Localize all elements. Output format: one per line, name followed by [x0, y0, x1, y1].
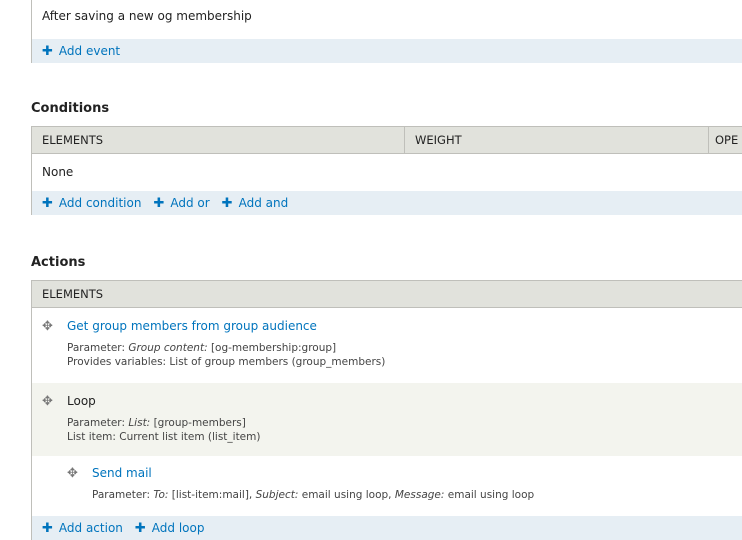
param-key: Message: — [394, 489, 445, 501]
actions-table: ELEMENTS ✥ Get group members from group … — [31, 280, 742, 540]
add-and-label: Add and — [238, 196, 289, 210]
plus-icon: ✚ — [42, 195, 53, 211]
add-condition-label: Add condition — [58, 196, 142, 210]
col-weight: WEIGHT — [404, 127, 462, 153]
add-or-link[interactable]: ✚ Add or — [153, 196, 209, 211]
events-footer: ✚ Add event — [32, 39, 742, 63]
plus-icon: ✚ — [221, 195, 233, 211]
plus-icon: ✚ — [134, 520, 146, 536]
action-meta: Parameter: Group content: [og-membership… — [67, 341, 742, 355]
add-event-label: Add event — [58, 44, 121, 58]
conditions-heading: Conditions — [31, 101, 110, 116]
send-mail-link[interactable]: Send mail — [92, 466, 742, 480]
plus-icon: ✚ — [42, 43, 53, 59]
drag-handle-icon[interactable]: ✥ — [67, 466, 78, 481]
actions-header: ELEMENTS — [32, 281, 742, 308]
drag-handle-icon[interactable]: ✥ — [42, 319, 53, 334]
add-event-link[interactable]: ✚ Add event — [42, 44, 120, 59]
param-key: Group content: — [128, 342, 208, 354]
actions-heading: Actions — [31, 255, 86, 270]
add-action-label: Add action — [58, 521, 123, 535]
param-value: email using loop — [444, 489, 535, 501]
conditions-footer: ✚ Add condition ✚ Add or ✚ Add and — [32, 191, 742, 215]
drag-handle-icon[interactable]: ✥ — [42, 394, 53, 409]
event-item: After saving a new og membership — [42, 9, 252, 23]
add-and-link[interactable]: ✚ Add and — [222, 196, 289, 211]
action-provides: Provides variables: List of group member… — [67, 356, 386, 368]
param-label: Parameter: — [67, 342, 129, 354]
plus-icon: ✚ — [153, 195, 165, 211]
conditions-header: ELEMENTS WEIGHT OPE — [32, 127, 742, 154]
loop-row[interactable]: ✥ Loop Parameter: List: [group-members] … — [32, 383, 742, 456]
events-box: After saving a new og membership ✚ Add ev… — [31, 0, 742, 63]
plus-icon: ✚ — [42, 520, 53, 536]
param-key: To: — [153, 489, 169, 501]
col-elements: ELEMENTS — [42, 287, 104, 301]
col-elements: ELEMENTS — [42, 133, 104, 147]
loop-title: Loop — [67, 394, 96, 408]
add-loop-link[interactable]: ✚ Add loop — [135, 521, 205, 536]
param-key: List: — [128, 417, 151, 429]
loop-meta: Parameter: List: [group-members] — [67, 416, 742, 430]
param-value: [og-membership:group] — [207, 342, 337, 354]
conditions-empty: None — [42, 165, 74, 179]
actions-footer: ✚ Add action ✚ Add loop — [32, 516, 742, 540]
add-action-link[interactable]: ✚ Add action — [42, 521, 123, 536]
param-label: Parameter: — [92, 489, 154, 501]
add-loop-label: Add loop — [151, 521, 205, 535]
param-value: [group-members] — [150, 417, 246, 429]
action-title-link[interactable]: Get group members from group audience — [67, 319, 742, 333]
send-mail-row[interactable]: ✥ Send mail Parameter: To: [list-item:ma… — [32, 456, 742, 516]
param-label: Parameter: — [67, 417, 129, 429]
add-condition-link[interactable]: ✚ Add condition — [42, 196, 141, 211]
col-operations: OPE — [708, 127, 738, 153]
param-key: Subject: — [255, 489, 299, 501]
conditions-table: ELEMENTS WEIGHT OPE None ✚ Add condition … — [31, 126, 742, 215]
add-or-label: Add or — [170, 196, 210, 210]
param-value: email using loop, — [298, 489, 395, 501]
action-row[interactable]: ✥ Get group members from group audience … — [32, 308, 742, 383]
send-mail-meta: Parameter: To: [list-item:mail], Subject… — [92, 488, 742, 502]
loop-list-item: List item: Current list item (list_item) — [67, 431, 261, 443]
param-value: [list-item:mail], — [168, 489, 256, 501]
